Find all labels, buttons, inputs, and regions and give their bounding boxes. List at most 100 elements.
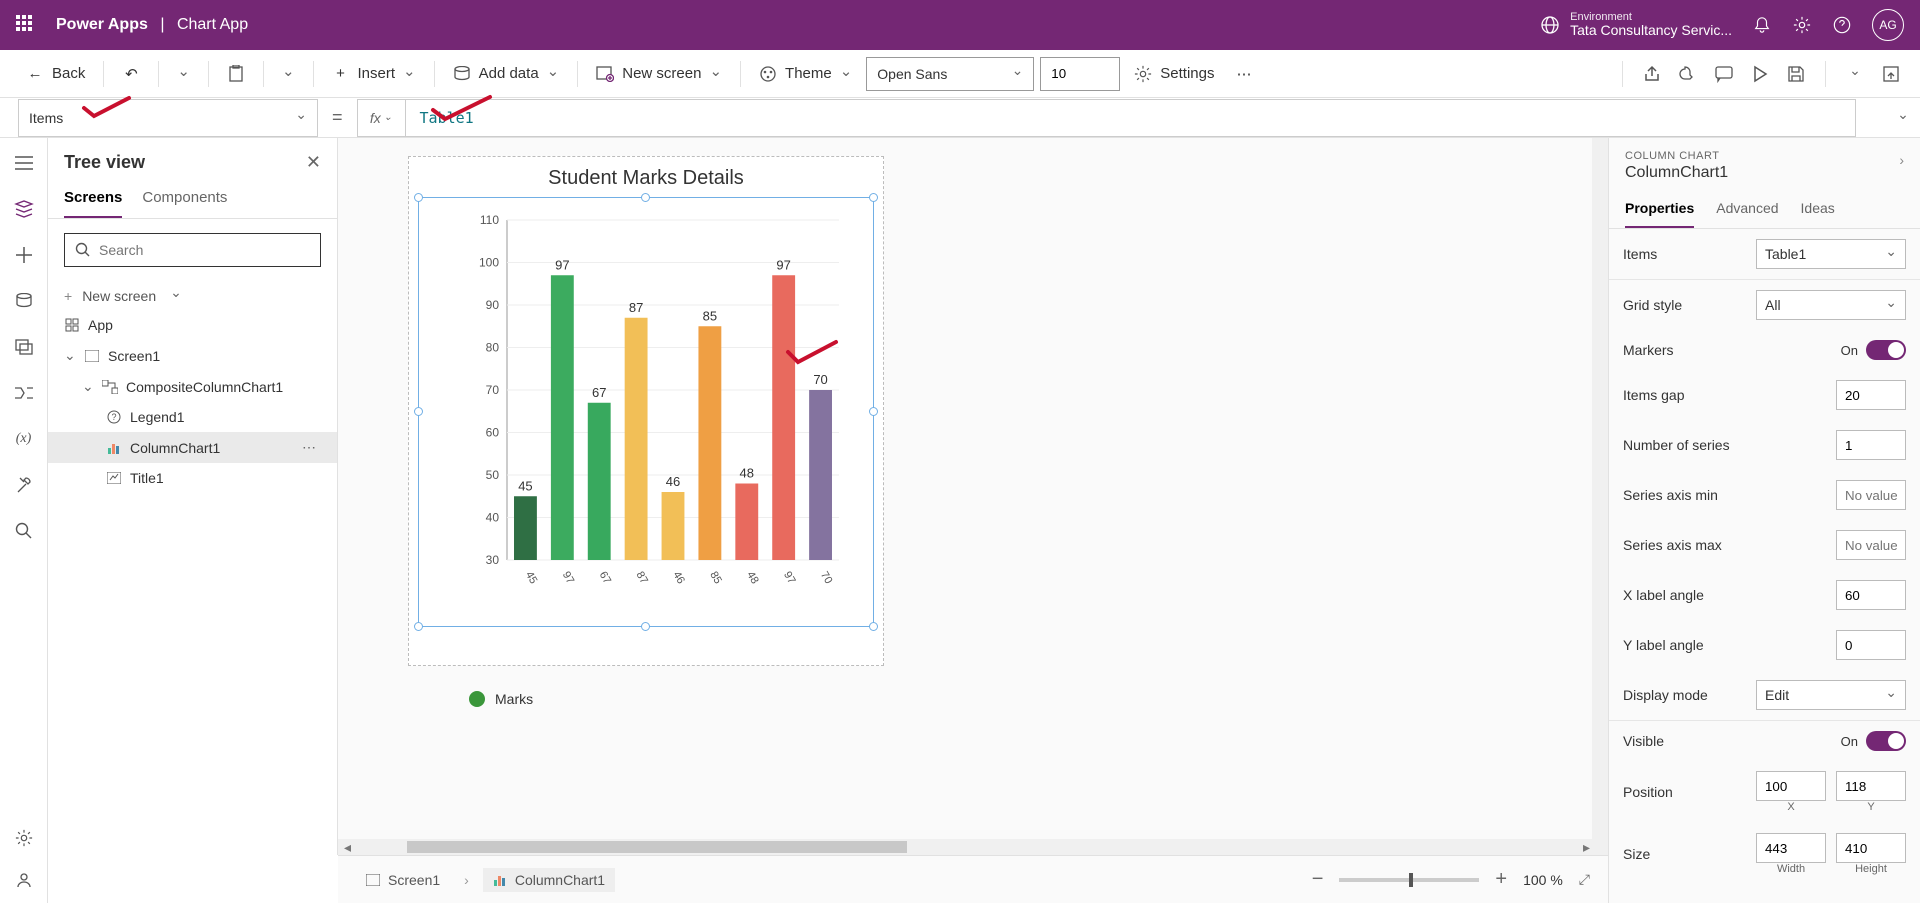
- checker-icon[interactable]: [1677, 63, 1699, 85]
- zoom-in-icon[interactable]: +: [1495, 868, 1507, 891]
- help-icon[interactable]: [1832, 15, 1852, 35]
- breadcrumb-screen[interactable]: Screen1: [356, 868, 450, 892]
- tree-node-title1[interactable]: Title1: [48, 463, 337, 493]
- prop-numseries-input[interactable]: [1836, 430, 1906, 460]
- search-rail-icon[interactable]: [13, 520, 35, 542]
- prop-axismax-input[interactable]: [1836, 530, 1906, 560]
- prop-axismin-input[interactable]: [1836, 480, 1906, 510]
- theme-button[interactable]: Theme: [751, 59, 860, 89]
- resize-handle[interactable]: [414, 622, 423, 631]
- node-more-icon[interactable]: ⋯: [302, 439, 317, 456]
- chevron-right-icon[interactable]: ›: [1899, 152, 1904, 168]
- property-dropdown[interactable]: Items: [18, 99, 318, 137]
- expand-formula-icon[interactable]: [1886, 109, 1920, 126]
- save-icon[interactable]: [1785, 63, 1807, 85]
- user-avatar[interactable]: AG: [1872, 9, 1904, 41]
- play-icon[interactable]: [1749, 63, 1771, 85]
- tree-node-app[interactable]: App: [48, 310, 337, 340]
- back-button[interactable]: ←Back: [18, 59, 93, 89]
- tree-search-input[interactable]: [64, 233, 321, 267]
- resize-handle[interactable]: [869, 193, 878, 202]
- resize-handle[interactable]: [414, 193, 423, 202]
- prop-y-input[interactable]: [1836, 771, 1906, 801]
- prop-itemsgap-input[interactable]: [1836, 380, 1906, 410]
- insert-button[interactable]: +Insert: [324, 59, 424, 89]
- variables-rail-icon[interactable]: (x): [13, 428, 35, 450]
- prop-xlabel-input[interactable]: [1836, 580, 1906, 610]
- canvas-area[interactable]: Student Marks Details 304050607080901001…: [338, 138, 1608, 855]
- resize-handle[interactable]: [869, 407, 878, 416]
- tree-search-field[interactable]: [99, 242, 310, 258]
- gear-icon: [1134, 65, 1152, 83]
- chart-legend[interactable]: Marks: [469, 691, 533, 707]
- waffle-icon[interactable]: [16, 15, 36, 35]
- media-rail-icon[interactable]: [13, 336, 35, 358]
- prop-ylabel-input[interactable]: [1836, 630, 1906, 660]
- close-panel-icon[interactable]: ✕: [306, 152, 321, 173]
- environment-picker[interactable]: Environment Tata Consultancy Servic...: [1540, 11, 1732, 38]
- tools-rail-icon[interactable]: [13, 474, 35, 496]
- font-size-input[interactable]: [1040, 57, 1120, 91]
- paste-button[interactable]: [219, 59, 253, 89]
- zoom-slider[interactable]: [1339, 878, 1479, 882]
- prop-xlabel-label: X label angle: [1623, 587, 1704, 603]
- chevron-down-icon[interactable]: ⌄: [64, 347, 76, 364]
- settings-gear-icon[interactable]: [1792, 15, 1812, 35]
- fit-screen-icon[interactable]: ⤢: [1579, 871, 1590, 888]
- resize-handle[interactable]: [414, 407, 423, 416]
- visible-toggle[interactable]: [1866, 731, 1906, 751]
- columnchart-selection[interactable]: 3040506070809010011045459797676787874646…: [418, 197, 874, 627]
- prop-gridstyle-select[interactable]: All: [1756, 290, 1906, 320]
- hamburger-icon[interactable]: [13, 152, 35, 174]
- zoom-out-icon[interactable]: −: [1312, 868, 1324, 891]
- settings-button[interactable]: Settings: [1126, 59, 1222, 89]
- tab-ideas[interactable]: Ideas: [1801, 192, 1835, 228]
- tree-new-screen-button[interactable]: + New screen: [48, 281, 337, 310]
- flows-rail-icon[interactable]: [13, 382, 35, 404]
- new-screen-button[interactable]: New screen: [588, 59, 730, 89]
- app-name[interactable]: Chart App: [177, 16, 248, 33]
- fx-label[interactable]: fx⌄: [358, 100, 406, 136]
- tab-screens[interactable]: Screens: [64, 181, 122, 218]
- tree-view-icon[interactable]: [13, 198, 35, 220]
- tree-node-legend1[interactable]: ? Legend1: [48, 402, 337, 432]
- add-data-button[interactable]: Add data: [445, 59, 568, 89]
- notifications-icon[interactable]: [1752, 15, 1772, 35]
- paste-dropdown[interactable]: [274, 59, 303, 89]
- composite-chart-container[interactable]: Student Marks Details 304050607080901001…: [408, 156, 884, 666]
- resize-handle[interactable]: [869, 622, 878, 631]
- breadcrumb-screen-label: Screen1: [388, 872, 440, 888]
- settings-rail-icon[interactable]: [13, 827, 35, 849]
- data-rail-icon[interactable]: [13, 290, 35, 312]
- publish-icon[interactable]: [1880, 63, 1902, 85]
- tree-node-screen1[interactable]: ⌄ Screen1: [48, 340, 337, 371]
- prop-width-input[interactable]: [1756, 833, 1826, 863]
- chart-title[interactable]: Student Marks Details: [409, 157, 883, 194]
- canvas-hscroll[interactable]: ◂▸: [338, 839, 1596, 855]
- chevron-down-icon[interactable]: ⌄: [82, 378, 94, 395]
- control-name[interactable]: ColumnChart1: [1625, 164, 1904, 182]
- prop-height-input[interactable]: [1836, 833, 1906, 863]
- comments-icon[interactable]: [1713, 63, 1735, 85]
- share-icon[interactable]: [1641, 63, 1663, 85]
- font-family-select[interactable]: Open Sans: [866, 57, 1034, 91]
- resize-handle[interactable]: [641, 622, 650, 631]
- save-dropdown[interactable]: [1844, 63, 1866, 85]
- prop-x-input[interactable]: [1756, 771, 1826, 801]
- tab-properties[interactable]: Properties: [1625, 192, 1694, 228]
- resize-handle[interactable]: [641, 193, 650, 202]
- tree-node-composite[interactable]: ⌄ CompositeColumnChart1: [48, 371, 337, 402]
- tab-components[interactable]: Components: [142, 181, 227, 218]
- undo-button[interactable]: ↶: [114, 59, 148, 89]
- undo-dropdown[interactable]: [169, 59, 198, 89]
- tree-node-columnchart1[interactable]: ColumnChart1 ⋯: [48, 432, 337, 463]
- canvas-vscroll[interactable]: [1592, 138, 1608, 855]
- breadcrumb-chart[interactable]: ColumnChart1: [483, 868, 615, 892]
- insert-rail-icon[interactable]: [13, 244, 35, 266]
- more-button[interactable]: ⋯: [1229, 59, 1260, 89]
- markers-toggle[interactable]: [1866, 340, 1906, 360]
- feedback-rail-icon[interactable]: [13, 869, 35, 891]
- tab-advanced[interactable]: Advanced: [1716, 192, 1778, 228]
- prop-items-select[interactable]: Table1: [1756, 239, 1906, 269]
- prop-displaymode-select[interactable]: Edit: [1756, 680, 1906, 710]
